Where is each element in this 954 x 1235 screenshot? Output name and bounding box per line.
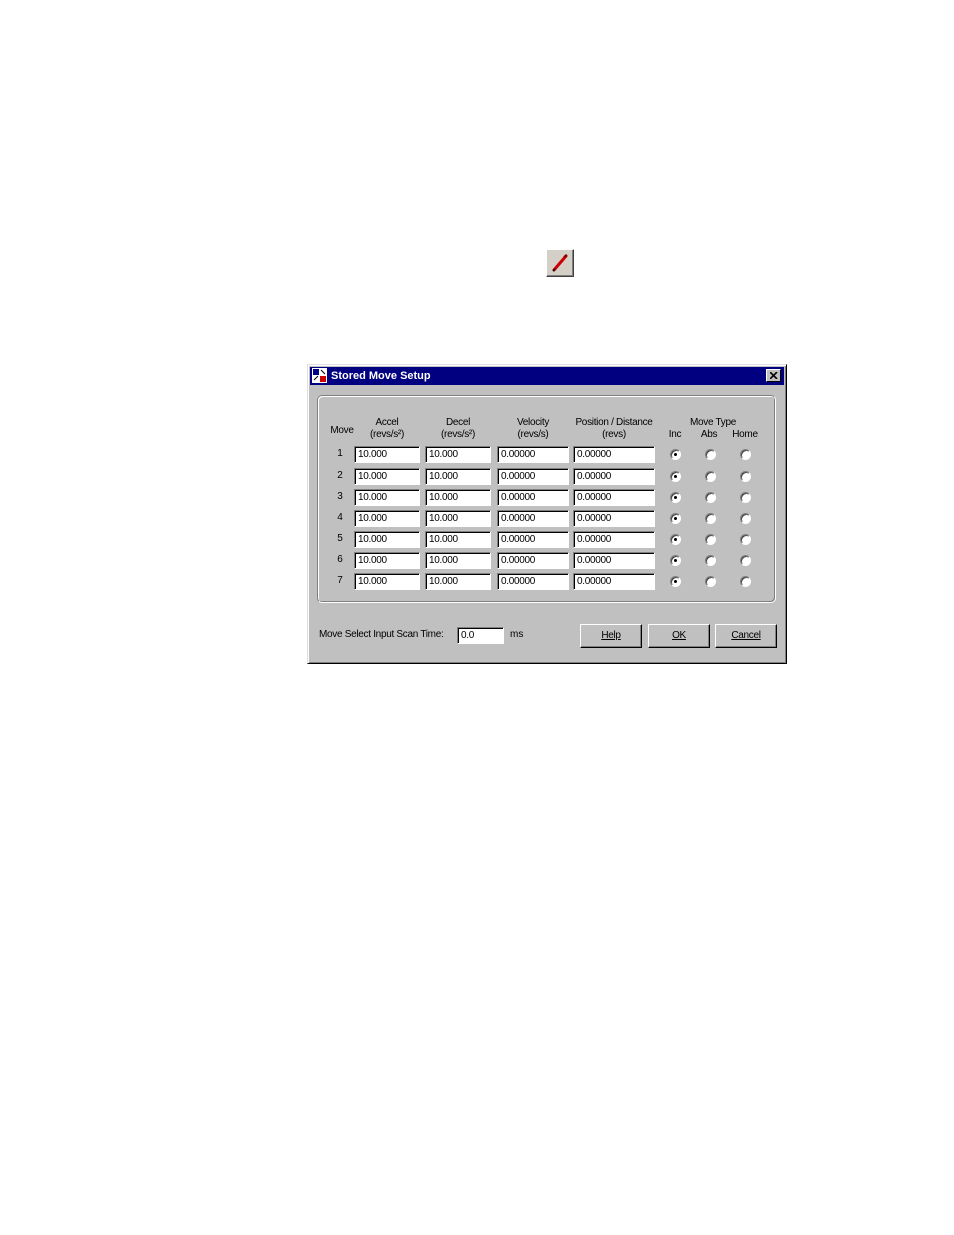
radio-abs[interactable] [705, 576, 716, 587]
header-abs: Abs [700, 429, 718, 440]
radio-abs[interactable] [705, 471, 716, 482]
radio-home[interactable] [740, 471, 751, 482]
header-inc: Inc [668, 429, 682, 440]
radio-home[interactable] [740, 449, 751, 460]
app-icon [312, 368, 327, 383]
move-number: 7 [337, 575, 343, 586]
radio-home[interactable] [740, 534, 751, 545]
velocity-field[interactable]: 0.00000 [497, 552, 569, 569]
radio-inc[interactable] [670, 449, 681, 460]
close-icon [770, 372, 778, 379]
ok-button[interactable]: OK [648, 624, 710, 648]
radio-abs[interactable] [705, 513, 716, 524]
velocity-field[interactable]: 0.00000 [497, 468, 569, 485]
decel-field[interactable]: 10.000 [425, 489, 491, 506]
title-bar: Stored Move Setup [310, 367, 784, 385]
decel-field[interactable]: 10.000 [425, 446, 491, 463]
position-field[interactable]: 0.00000 [573, 552, 655, 569]
cancel-button[interactable]: Cancel [715, 624, 777, 648]
scan-time-field[interactable]: 0.0 [457, 627, 504, 644]
header-decel: Decel (revs/s²) [441, 417, 475, 440]
decel-field[interactable]: 10.000 [425, 468, 491, 485]
radio-inc[interactable] [670, 576, 681, 587]
position-field[interactable]: 0.00000 [573, 468, 655, 485]
radio-inc[interactable] [670, 513, 681, 524]
position-field[interactable]: 0.00000 [573, 573, 655, 590]
decel-field[interactable]: 10.000 [425, 552, 491, 569]
header-move: Move [330, 425, 354, 436]
accel-field[interactable]: 10.000 [354, 510, 420, 527]
close-button[interactable] [766, 369, 781, 382]
radio-abs[interactable] [705, 449, 716, 460]
accel-field[interactable]: 10.000 [354, 446, 420, 463]
scan-time-unit: ms [510, 629, 524, 640]
header-velocity: Velocity (revs/s) [516, 417, 550, 440]
pencil-icon [552, 254, 568, 272]
position-field[interactable]: 0.00000 [573, 531, 655, 548]
move-number: 5 [337, 533, 343, 544]
move-number: 2 [337, 470, 343, 481]
edit-pencil-button[interactable] [546, 249, 574, 277]
radio-home[interactable] [740, 492, 751, 503]
header-move-type: Move Type [689, 417, 737, 428]
position-field[interactable]: 0.00000 [573, 446, 655, 463]
radio-home[interactable] [740, 513, 751, 524]
radio-home[interactable] [740, 576, 751, 587]
velocity-field[interactable]: 0.00000 [497, 446, 569, 463]
velocity-field[interactable]: 0.00000 [497, 489, 569, 506]
accel-field[interactable]: 10.000 [354, 489, 420, 506]
stored-move-setup-dialog: Stored Move Setup Move Accel (revs/s²) De… [307, 364, 787, 664]
velocity-field[interactable]: 0.00000 [497, 531, 569, 548]
move-number: 3 [337, 491, 343, 502]
radio-inc[interactable] [670, 492, 681, 503]
radio-abs[interactable] [705, 534, 716, 545]
help-button[interactable]: Help [580, 624, 642, 648]
dialog-title: Stored Move Setup [331, 370, 431, 382]
move-number: 1 [337, 448, 343, 459]
accel-field[interactable]: 10.000 [354, 573, 420, 590]
header-position: Position / Distance (revs) [575, 417, 653, 440]
velocity-field[interactable]: 0.00000 [497, 573, 569, 590]
position-field[interactable]: 0.00000 [573, 510, 655, 527]
move-number: 4 [337, 512, 343, 523]
radio-inc[interactable] [670, 534, 681, 545]
radio-inc[interactable] [670, 471, 681, 482]
radio-abs[interactable] [705, 555, 716, 566]
decel-field[interactable]: 10.000 [425, 531, 491, 548]
scan-time-label: Move Select Input Scan Time: [319, 629, 444, 640]
radio-abs[interactable] [705, 492, 716, 503]
position-field[interactable]: 0.00000 [573, 489, 655, 506]
decel-field[interactable]: 10.000 [425, 573, 491, 590]
velocity-field[interactable]: 0.00000 [497, 510, 569, 527]
header-accel: Accel (revs/s²) [370, 417, 404, 440]
radio-inc[interactable] [670, 555, 681, 566]
move-number: 6 [337, 554, 343, 565]
decel-field[interactable]: 10.000 [425, 510, 491, 527]
accel-field[interactable]: 10.000 [354, 531, 420, 548]
header-home: Home [732, 429, 758, 440]
radio-home[interactable] [740, 555, 751, 566]
accel-field[interactable]: 10.000 [354, 552, 420, 569]
accel-field[interactable]: 10.000 [354, 468, 420, 485]
